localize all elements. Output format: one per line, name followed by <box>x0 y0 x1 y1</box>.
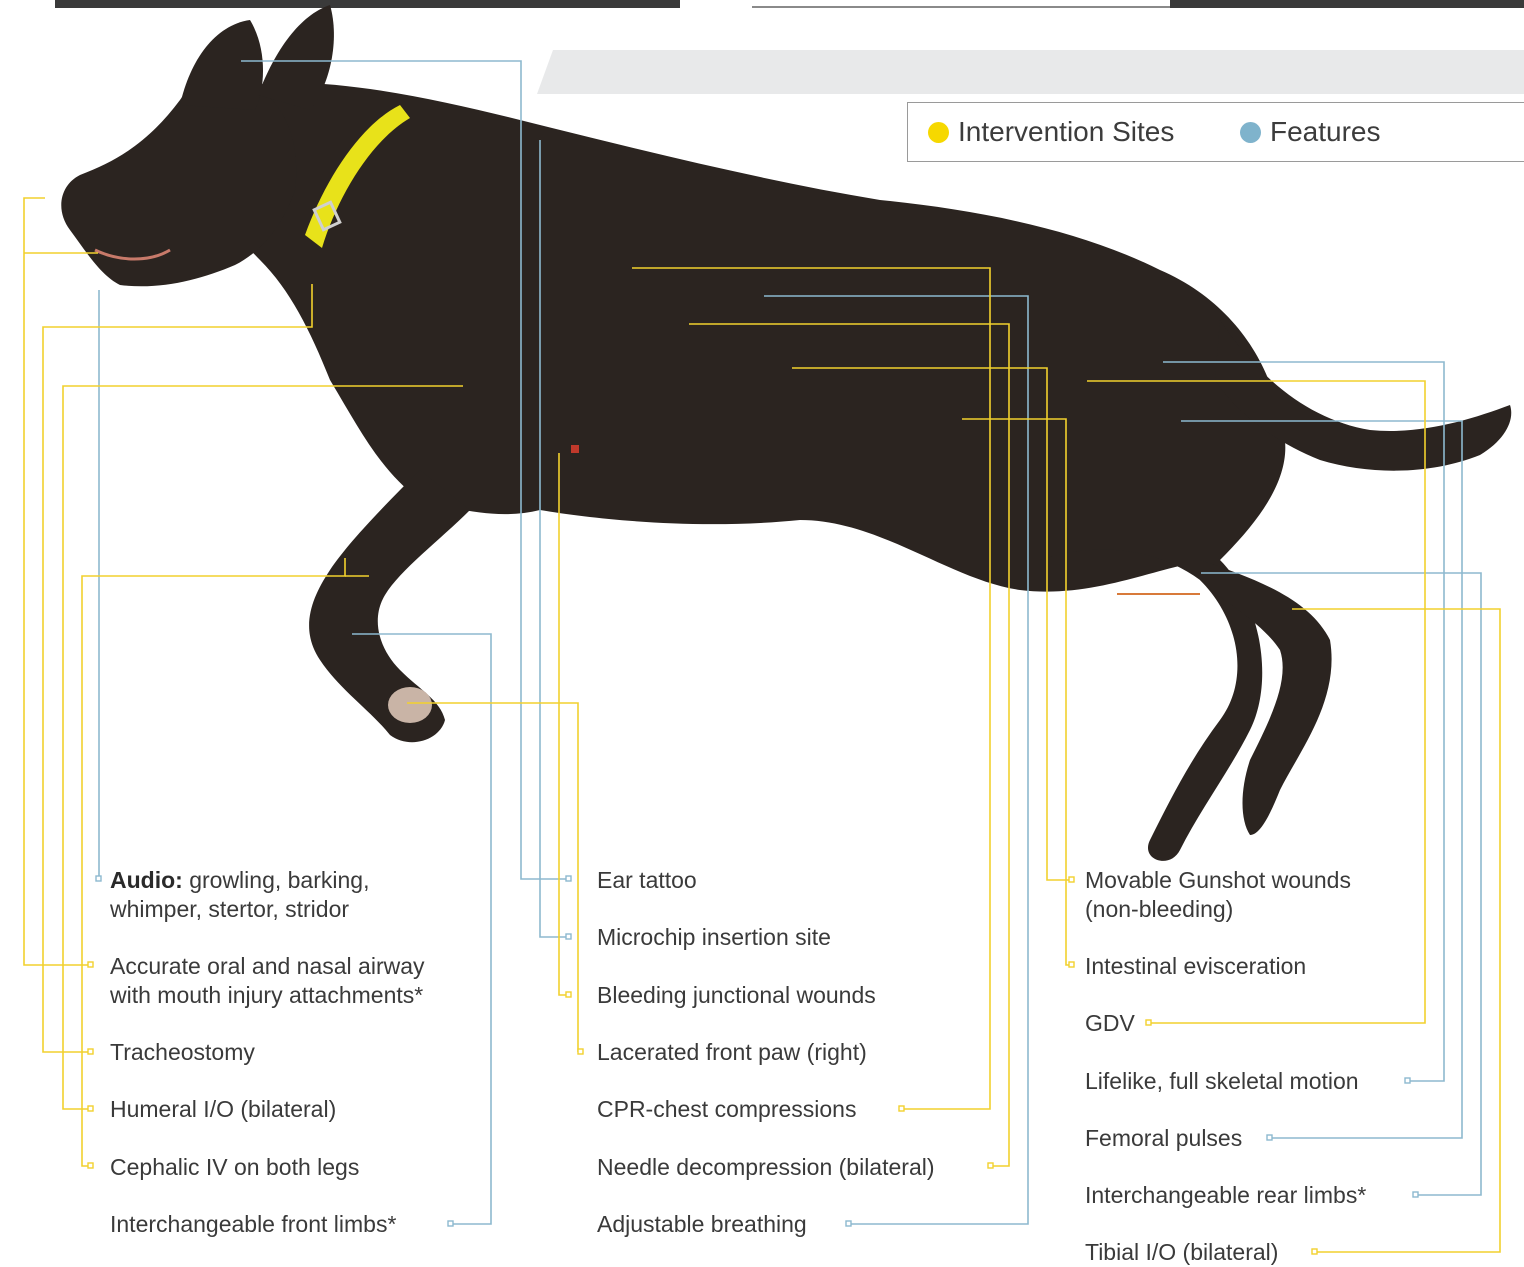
label-tracheostomy: Tracheostomy <box>110 1039 255 1065</box>
label-evisceration: Intestinal evisceration <box>1085 953 1307 979</box>
leader-tibial <box>1292 608 1501 1253</box>
label-gunshot-line1: Movable Gunshot wounds <box>1085 867 1351 893</box>
label-airway-line2: with mouth injury attachments* <box>110 982 424 1008</box>
leader-airway-nose <box>23 197 88 966</box>
dog-illustration <box>61 5 1512 861</box>
leader-bleeding <box>558 453 566 996</box>
leader-tracheostomy <box>42 284 313 1053</box>
label-audio-bold: Audio: <box>110 867 183 893</box>
label-gdv: GDV <box>1085 1010 1135 1036</box>
label-audio: Audio: growling, barking, <box>110 866 369 895</box>
label-tibial: Tibial I/O (bilateral) <box>1085 1239 1279 1265</box>
label-bleeding-junctional: Bleeding junctional wounds <box>597 982 876 1008</box>
label-rear-limbs: Interchangeable rear limbs* <box>1085 1182 1367 1208</box>
label-femoral-pulses: Femoral pulses <box>1085 1125 1243 1151</box>
label-gunshot-line2: (non-bleeding) <box>1085 896 1234 922</box>
label-airway-line1: Accurate oral and nasal airway <box>110 953 425 979</box>
label-cephalic: Cephalic IV on both legs <box>110 1154 360 1180</box>
label-lacerated-paw: Lacerated front paw (right) <box>597 1039 867 1065</box>
label-front-limbs: Interchangeable front limbs* <box>110 1211 397 1237</box>
label-needle-decompression: Needle decompression (bilateral) <box>597 1154 935 1180</box>
label-microchip: Microchip insertion site <box>597 924 831 950</box>
label-humeral: Humeral I/O (bilateral) <box>110 1096 337 1122</box>
label-skeletal-motion: Lifelike, full skeletal motion <box>1085 1068 1359 1094</box>
front-paw-pad <box>388 687 432 723</box>
label-cpr: CPR-chest compressions <box>597 1096 857 1122</box>
leader-cephalic <box>81 558 346 1167</box>
label-audio-rest: growling, barking, <box>189 867 370 893</box>
label-ear-tattoo: Ear tattoo <box>597 867 697 893</box>
wound-mark <box>571 445 579 453</box>
leader-paw <box>407 702 579 1052</box>
label-audio-line2: whimper, stertor, stridor <box>110 896 350 922</box>
label-adjustable-breathing: Adjustable breathing <box>597 1211 807 1237</box>
